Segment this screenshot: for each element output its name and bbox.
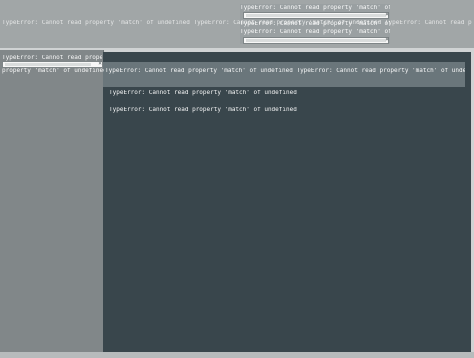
left-error-text: property 'match' of undefined — [2, 68, 104, 74]
bottom-status-bar — [0, 352, 474, 358]
main-error-header-text: TypeError: Cannot read property 'match' … — [105, 68, 465, 74]
main-error-line-1: TypeError: Cannot read property 'match' … — [109, 90, 297, 96]
main-error-panel — [103, 52, 471, 352]
main-error-header — [103, 62, 465, 87]
left-error-panel — [0, 50, 104, 352]
top-right-input-1-fill — [246, 14, 386, 17]
close-icon[interactable]: × — [97, 61, 103, 67]
top-right-error-title: TypeError: Cannot read property 'match' … — [240, 5, 390, 11]
left-input[interactable] — [2, 61, 103, 68]
close-icon[interactable]: × — [384, 12, 390, 18]
main-error-line-2: TypeError: Cannot read property 'match' … — [109, 107, 297, 113]
left-input-fill — [5, 63, 91, 66]
top-right-input-2-fill — [246, 39, 386, 42]
top-right-input-2[interactable] — [243, 37, 389, 44]
top-error-text: TypeError: Cannot read property 'match' … — [2, 20, 472, 26]
top-right-error-text: TypeError: Cannot read property 'match' … — [240, 21, 390, 27]
top-right-error-subtitle: TypeError: Cannot read property 'match' … — [240, 29, 390, 35]
close-icon[interactable]: × — [384, 37, 390, 43]
top-right-input-1[interactable] — [243, 12, 389, 19]
